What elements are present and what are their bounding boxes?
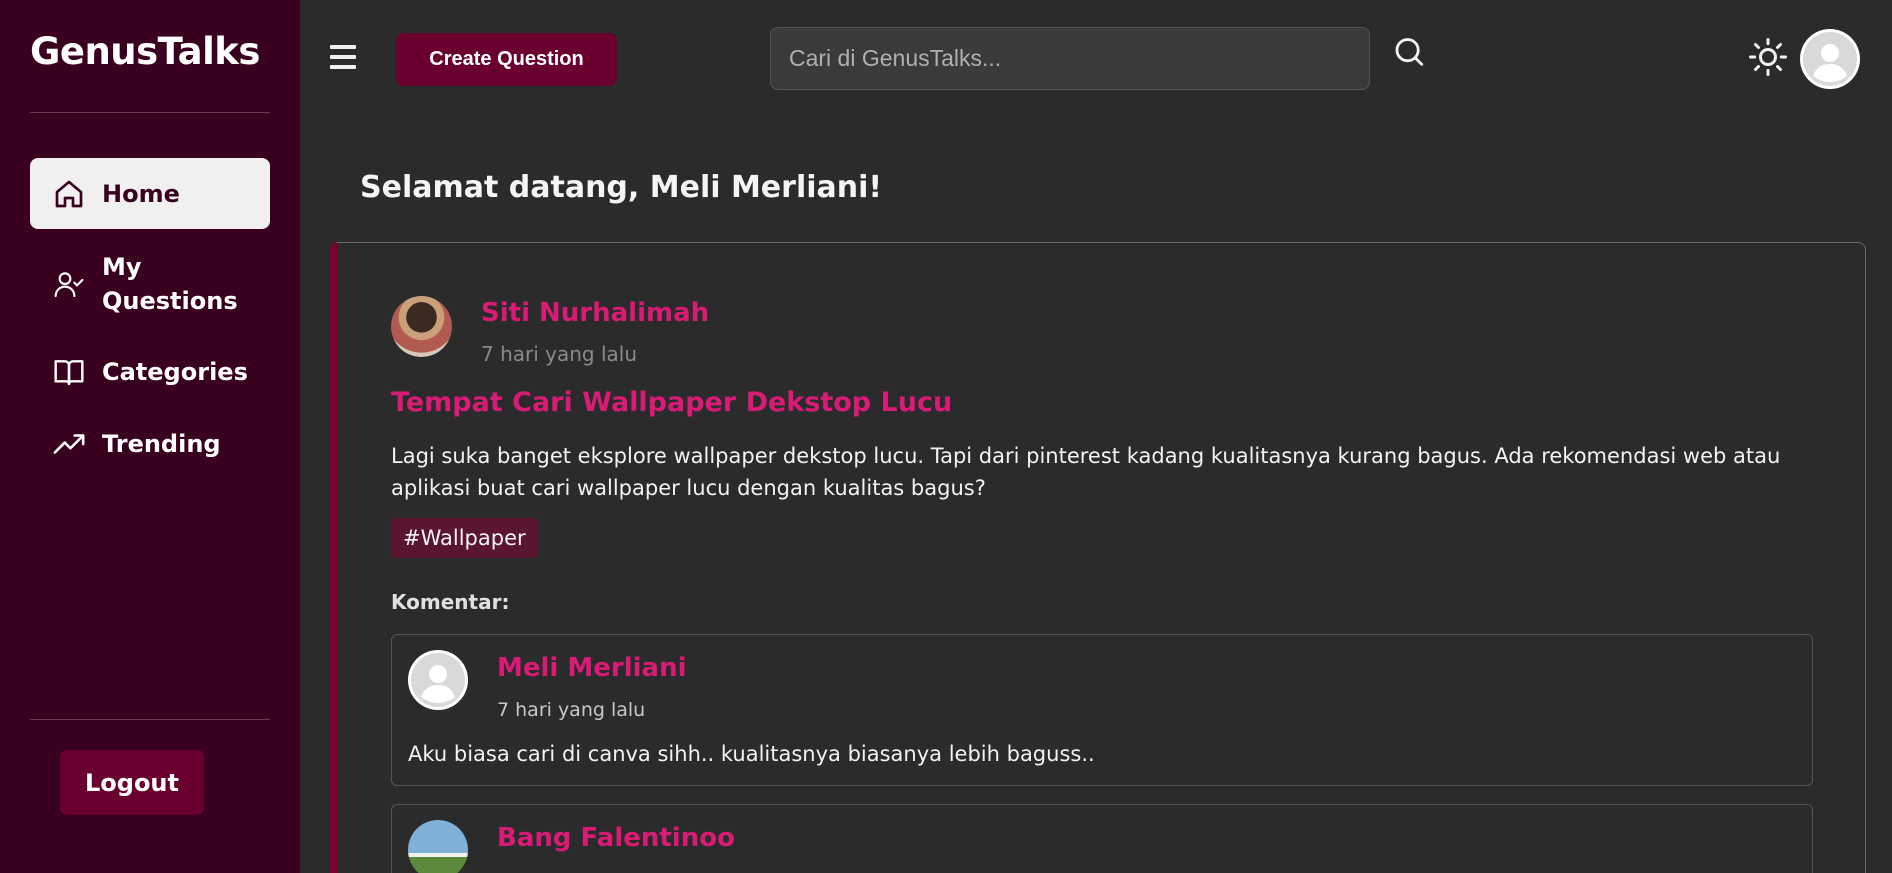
comment-item: Bang Falentinoo bbox=[391, 804, 1813, 873]
welcome-heading: Selamat datang, Meli Merliani! bbox=[360, 170, 883, 205]
sidebar-item-trending[interactable]: Trending bbox=[30, 427, 270, 461]
search-input[interactable] bbox=[770, 27, 1370, 90]
comment-author-name[interactable]: Meli Merliani bbox=[497, 653, 687, 683]
brand-logo[interactable]: GenusTalks bbox=[30, 30, 260, 73]
post-title[interactable]: Tempat Cari Wallpaper Dekstop Lucu bbox=[391, 387, 952, 418]
sidebar: GenusTalks Home My Questions Categories … bbox=[0, 0, 300, 873]
home-icon bbox=[52, 177, 86, 211]
sun-icon[interactable] bbox=[1748, 37, 1788, 77]
sidebar-divider-bottom bbox=[30, 719, 270, 720]
comment-avatar[interactable] bbox=[408, 820, 468, 873]
comments-heading: Komentar: bbox=[391, 590, 510, 614]
avatar-placeholder-icon bbox=[1803, 32, 1857, 86]
avatar-placeholder-icon bbox=[411, 653, 465, 707]
sidebar-item-my-questions[interactable]: My Questions bbox=[30, 250, 270, 318]
sidebar-divider-top bbox=[30, 112, 270, 113]
sidebar-item-categories[interactable]: Categories bbox=[30, 355, 270, 389]
post-tag[interactable]: #Wallpaper bbox=[391, 518, 538, 558]
comment-item: Meli Merliani 7 hari yang lalu Aku biasa… bbox=[391, 634, 1813, 786]
comment-text: Aku biasa cari di canva sihh.. kualitasn… bbox=[408, 742, 1095, 766]
sidebar-item-label: Categories bbox=[102, 358, 248, 386]
post-author-name[interactable]: Siti Nurhalimah bbox=[481, 298, 709, 328]
post-body: Lagi suka banget eksplore wallpaper deks… bbox=[391, 444, 1781, 500]
comment-timestamp: 7 hari yang lalu bbox=[497, 699, 646, 721]
hamburger-menu-icon[interactable] bbox=[330, 45, 356, 69]
create-question-button[interactable]: Create Question bbox=[396, 33, 617, 86]
book-open-icon bbox=[52, 355, 86, 389]
trending-up-icon bbox=[52, 427, 86, 461]
comment-author-name[interactable]: Bang Falentinoo bbox=[497, 823, 735, 853]
comment-avatar[interactable] bbox=[408, 650, 468, 710]
logout-button[interactable]: Logout bbox=[60, 750, 204, 815]
user-avatar[interactable] bbox=[1800, 29, 1860, 89]
post-timestamp: 7 hari yang lalu bbox=[481, 342, 638, 366]
sidebar-item-label: My Questions bbox=[102, 253, 238, 315]
user-check-icon bbox=[52, 267, 86, 301]
search-icon[interactable] bbox=[1392, 36, 1426, 70]
post-author-avatar[interactable] bbox=[391, 296, 452, 357]
sidebar-item-label: Trending bbox=[102, 430, 221, 458]
sidebar-item-label: Home bbox=[102, 179, 180, 208]
sidebar-item-home[interactable]: Home bbox=[30, 158, 270, 229]
